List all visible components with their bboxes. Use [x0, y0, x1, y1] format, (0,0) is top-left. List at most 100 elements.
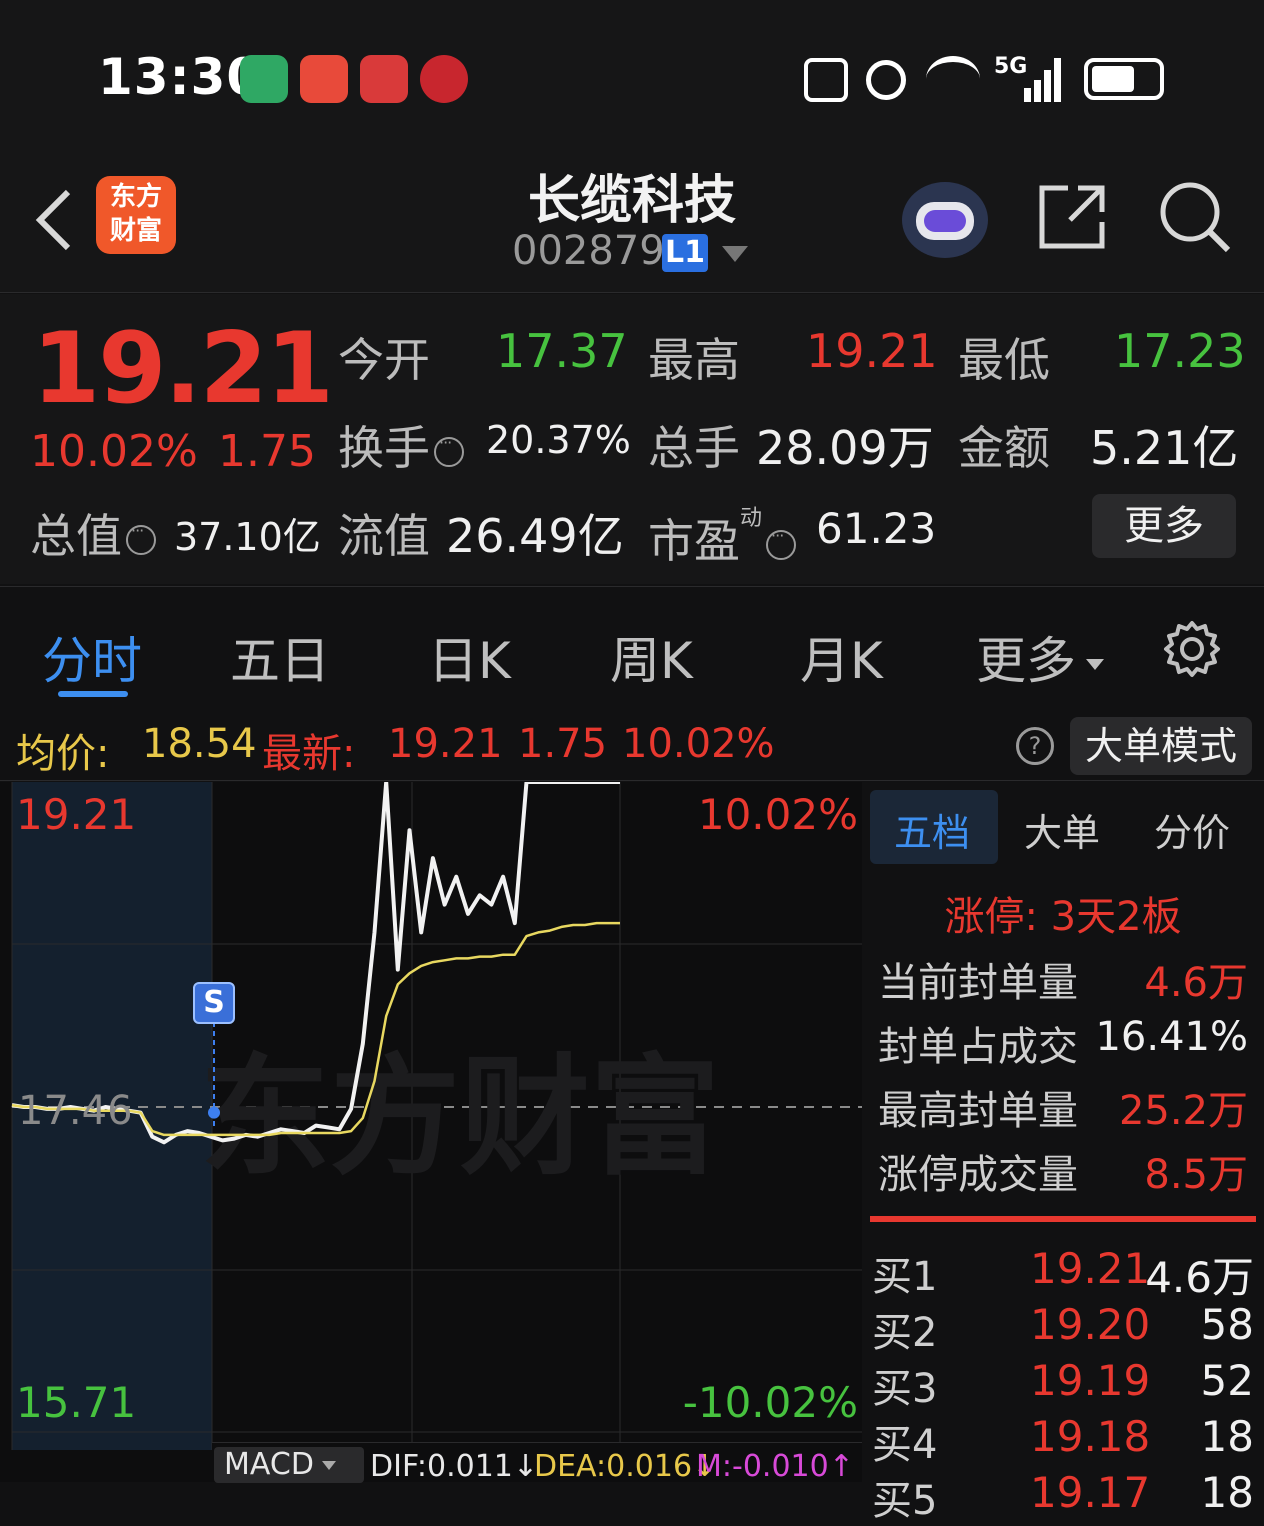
change-amt: 1.75	[218, 426, 316, 477]
stat-label: 当前封单量	[878, 960, 1078, 1006]
info-icon[interactable]	[434, 433, 464, 467]
dea-value: DEA:0.016↓	[534, 1449, 718, 1484]
tab-5day[interactable]: 五日	[230, 621, 330, 693]
mktcap-value: 37.10亿	[174, 515, 321, 559]
share-icon[interactable]	[1038, 182, 1108, 252]
stat-value: 4.6万	[1144, 960, 1248, 1006]
change-pct: 10.02%	[30, 426, 198, 477]
robot-assistant-icon[interactable]	[902, 182, 988, 258]
zhang-app-icon	[360, 55, 408, 103]
pe-value: 61.23	[816, 504, 937, 553]
bid-price[interactable]: 19.20	[1030, 1300, 1150, 1349]
quote-panel: 19.21 10.02% 1.75 今开 17.37 最高 19.21 最低 1…	[0, 294, 1264, 584]
bid-price[interactable]: 19.17	[1030, 1468, 1150, 1517]
top-pct-label: 10.02%	[697, 790, 858, 839]
bid-price[interactable]: 19.18	[1030, 1412, 1150, 1461]
bid-volume: 58	[1200, 1300, 1254, 1349]
turnover-value: 20.37%	[486, 418, 631, 462]
info-icon[interactable]	[126, 521, 156, 555]
amount-label: 金额	[958, 421, 1050, 475]
tab-intraday[interactable]: 分时	[42, 621, 142, 693]
volume-value: 28.09万	[756, 421, 934, 475]
block-order-mode-button[interactable]: 大单模式	[1070, 717, 1252, 775]
stock-header: 东方 财富 长缆科技 002879 L1	[0, 150, 1264, 293]
stat-label: 涨停成交量	[878, 1152, 1078, 1198]
signal-icon: 5G	[994, 54, 1064, 102]
bid-price[interactable]: 19.21	[1030, 1244, 1150, 1293]
s-marker-point	[208, 1106, 220, 1119]
open-value: 17.37	[496, 324, 628, 378]
dropdown-icon	[321, 1461, 336, 1470]
latest-label: 最新:	[262, 731, 356, 777]
help-icon[interactable]: ?	[1016, 727, 1054, 765]
mid-price-label: 17.46	[18, 1088, 133, 1134]
top-price-label: 19.21	[16, 790, 137, 839]
dropdown-icon[interactable]	[722, 246, 748, 262]
home-app-icon	[240, 55, 288, 103]
chart-info-bar: 均价: 18.54 最新: 19.21 1.75 10.02% ? 大单模式	[0, 709, 1264, 781]
intraday-chart[interactable]: 东方财富 19.21 10.02% 17.46 15.71 -10.02% S …	[0, 782, 862, 1484]
bid-level-label: 买2	[872, 1310, 938, 1356]
tab-more[interactable]: 更多	[976, 621, 1104, 693]
battery-icon	[1084, 58, 1164, 100]
bid-level-label: 买3	[872, 1366, 938, 1412]
high-value: 19.21	[806, 324, 938, 378]
info-icon[interactable]	[766, 526, 797, 560]
s-marker[interactable]: S	[193, 982, 235, 1024]
amount-value: 5.21亿	[1090, 421, 1239, 475]
latest-change: 1.75	[518, 721, 608, 767]
nfc-icon	[804, 58, 848, 102]
latest-value: 19.21	[388, 721, 503, 767]
search-icon[interactable]	[1158, 180, 1232, 254]
bid-level-label: 买5	[872, 1478, 938, 1524]
bid-volume: 4.6万	[1145, 1253, 1254, 1302]
order-book-panel: 五档 大单 分价 涨停: 3天2板 当前封单量 4.6万 封单占成交 16.41…	[862, 782, 1264, 1524]
side-tab-large-orders[interactable]: 大单	[1024, 802, 1100, 857]
side-tab-five-levels-label: 五档	[894, 811, 971, 855]
indicator-select[interactable]: MACD	[214, 1447, 364, 1483]
indicator-bar: MACD DIF:0.011↓ DEA:0.016↓ M:-0.010↑	[212, 1442, 862, 1484]
latest-pct: 10.02%	[622, 721, 775, 767]
float-value: 26.49亿	[446, 509, 624, 563]
bid-level-label: 买4	[872, 1422, 938, 1468]
limit-up-status: 涨停: 3天2板	[944, 894, 1182, 940]
open-label: 今开	[338, 333, 430, 387]
stat-value: 25.2万	[1118, 1088, 1248, 1134]
bottom-price-label: 15.71	[16, 1378, 137, 1427]
bid-volume: 18	[1200, 1412, 1254, 1461]
tab-weekly-k[interactable]: 周K	[610, 621, 693, 693]
bid-volume: 18	[1200, 1468, 1254, 1517]
gear-icon[interactable]	[1162, 619, 1222, 679]
volume-label: 总手	[648, 421, 740, 475]
low-value: 17.23	[1114, 324, 1246, 378]
hotel-app-icon	[300, 55, 348, 103]
current-price: 19.21	[32, 312, 334, 426]
pe-label: 市盈动	[648, 500, 797, 571]
level-badge[interactable]: L1	[662, 234, 708, 272]
stat-value: 16.41%	[1095, 1014, 1248, 1060]
dropdown-icon	[1086, 659, 1104, 670]
bid-price[interactable]: 19.19	[1030, 1356, 1150, 1405]
clock: 13:30	[98, 48, 263, 106]
tab-monthly-k[interactable]: 月K	[800, 621, 883, 693]
divider	[870, 1216, 1256, 1222]
avg-label: 均价:	[16, 731, 110, 777]
dif-value: DIF:0.011↓	[370, 1449, 539, 1484]
active-tab-indicator	[58, 691, 128, 697]
turnover-label: 换手	[338, 412, 464, 478]
side-tab-price-distribution[interactable]: 分价	[1154, 802, 1230, 857]
status-bar: 13:30 5G	[0, 0, 1264, 150]
bank-app-icon	[420, 55, 468, 103]
mktcap-label: 总值	[30, 500, 156, 566]
more-button[interactable]: 更多	[1092, 494, 1236, 558]
bid-volume: 52	[1200, 1356, 1254, 1405]
stat-label: 封单占成交	[878, 1024, 1078, 1070]
float-label: 流值	[338, 509, 430, 563]
stat-value: 8.5万	[1144, 1152, 1248, 1198]
high-label: 最高	[648, 333, 740, 387]
tab-daily-k[interactable]: 日K	[428, 621, 511, 693]
stock-code: 002879	[512, 228, 665, 274]
bid-level-label: 买1	[872, 1254, 938, 1300]
wifi-icon	[926, 56, 980, 102]
bottom-pct-label: -10.02%	[682, 1378, 858, 1427]
